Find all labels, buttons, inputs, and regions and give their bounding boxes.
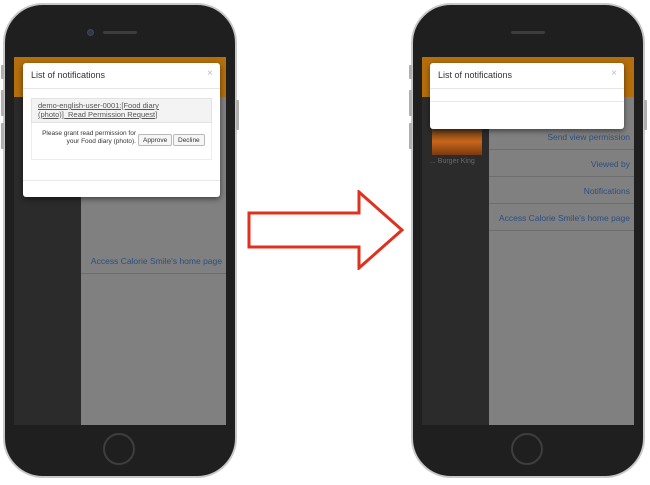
volume-up-button xyxy=(1,90,4,116)
notification-header: demo-english-user-0001:[Food diary (phot… xyxy=(31,98,212,123)
volume-down-button xyxy=(409,123,412,149)
nav-panel: Send view permission Viewed by Notificat… xyxy=(489,97,634,425)
power-button xyxy=(644,100,647,130)
modal-header: List of notifications × xyxy=(23,63,220,89)
notification-title-link[interactable]: demo-english-user-0001:[Food diary (phot… xyxy=(38,101,159,119)
power-button xyxy=(236,100,239,130)
decline-button[interactable]: Decline xyxy=(173,134,205,146)
close-icon[interactable]: × xyxy=(207,68,213,79)
modal-title: List of notifications xyxy=(438,70,513,80)
nav-item-home-page[interactable]: Access Calorie Smile's home page xyxy=(81,248,226,274)
front-camera-icon xyxy=(87,29,94,36)
home-button xyxy=(511,433,543,465)
nav-item-home-page[interactable]: Access Calorie Smile's home page xyxy=(489,205,634,231)
food-photo-caption: ... Burger King xyxy=(430,158,475,165)
notifications-modal-empty: List of notifications × xyxy=(430,63,624,129)
nav-item-notifications[interactable]: Notifications xyxy=(489,178,634,204)
earpiece-speaker xyxy=(511,31,545,34)
notification-body: Please grant read permission for your Fo… xyxy=(31,123,212,160)
mute-switch xyxy=(409,65,412,79)
modal-footer-divider xyxy=(430,101,624,102)
notification-item: demo-english-user-0001:[Food diary (phot… xyxy=(31,98,212,160)
modal-title: List of notifications xyxy=(31,70,106,80)
modal-header: List of notifications × xyxy=(430,63,624,89)
close-icon[interactable]: × xyxy=(611,68,617,79)
notifications-modal: List of notifications × demo-english-use… xyxy=(23,63,220,197)
modal-footer-divider xyxy=(23,180,220,181)
home-button xyxy=(103,433,135,465)
volume-up-button xyxy=(409,90,412,116)
notification-message: Please grant read permission for your Fo… xyxy=(42,130,136,145)
food-photo-thumbnail[interactable] xyxy=(432,125,482,155)
earpiece-speaker xyxy=(103,31,137,34)
arrow-right-icon xyxy=(247,190,405,270)
mute-switch xyxy=(1,65,4,79)
approve-button[interactable]: Approve xyxy=(138,134,173,146)
nav-item-viewed-by[interactable]: Viewed by xyxy=(489,151,634,177)
volume-down-button xyxy=(1,123,4,149)
